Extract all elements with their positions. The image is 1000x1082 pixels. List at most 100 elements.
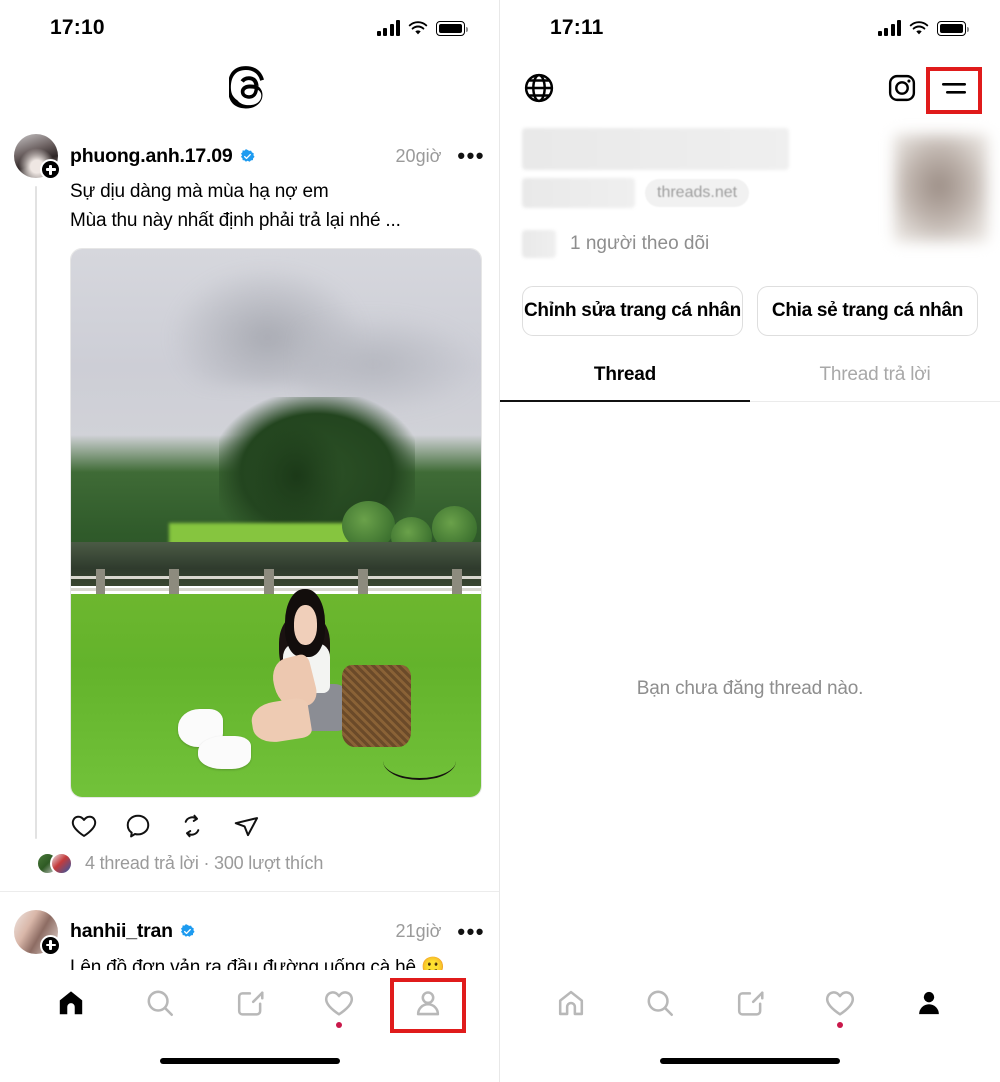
- compose-icon: [234, 987, 266, 1024]
- handle-redacted: [522, 178, 635, 208]
- post-author: hanhii_tran: [58, 920, 396, 943]
- post-header: phuong.anh.17.09 20giờ •••: [14, 124, 485, 180]
- follow-plus-icon[interactable]: [40, 934, 61, 956]
- tab-home[interactable]: [526, 970, 616, 1040]
- status-bar-right: 17:11: [500, 0, 1000, 56]
- post-header: hanhii_tran 21giờ •••: [14, 900, 485, 956]
- display-name-redacted: [522, 128, 789, 170]
- post-meta: 21giờ •••: [395, 920, 485, 943]
- search-icon: [644, 987, 676, 1024]
- tab-home[interactable]: [26, 970, 115, 1040]
- profile-tabs: Thread Thread trả lời: [500, 364, 1000, 402]
- tab-activity[interactable]: [795, 970, 885, 1040]
- tab-search[interactable]: [115, 970, 204, 1040]
- signal-icon: [877, 20, 901, 36]
- signal-icon: [376, 20, 400, 36]
- instagram-icon[interactable]: [886, 72, 918, 109]
- wifi-icon: [408, 21, 428, 36]
- followers-count-label: 1 người theo dõi: [570, 233, 710, 254]
- tab-profile[interactable]: [884, 970, 974, 1040]
- profile-action-buttons: Chỉnh sửa trang cá nhân Chia sẻ trang cá…: [500, 258, 1000, 336]
- bottom-tab-bar-right: [500, 970, 1000, 1082]
- dual-screenshot-container: 17:10 phuong.anh.17.09 20giờ ••• Sự dịu …: [0, 0, 1000, 1082]
- home-icon: [54, 987, 88, 1024]
- activity-badge-dot: [335, 1022, 342, 1028]
- threads-app-header: [0, 56, 499, 124]
- profile-avatar-blurred[interactable]: [894, 134, 988, 242]
- post-more-options-button[interactable]: •••: [457, 920, 485, 943]
- thread-connector-line: [35, 186, 37, 839]
- share-profile-button[interactable]: Chia sẻ trang cá nhân: [757, 286, 978, 336]
- facepile-avatar: [50, 851, 73, 875]
- status-bar-left: 17:10: [0, 0, 499, 56]
- status-indicators: [877, 20, 969, 36]
- image-backpack: [341, 665, 412, 748]
- share-icon[interactable]: [232, 812, 262, 842]
- avatar[interactable]: [14, 134, 61, 180]
- image-person: [249, 588, 350, 770]
- heart-icon: [323, 987, 355, 1024]
- highlight-box-profile-tab: [390, 977, 467, 1033]
- left-screen-feed: 17:10 phuong.anh.17.09 20giờ ••• Sự dịu …: [0, 0, 500, 1082]
- comment-icon[interactable]: [124, 812, 154, 842]
- follow-plus-icon[interactable]: [40, 159, 61, 180]
- post-username[interactable]: hanhii_tran: [70, 920, 173, 943]
- activity-badge-dot: [836, 1022, 843, 1028]
- threads-logo[interactable]: [227, 65, 271, 116]
- tab-threads[interactable]: Thread: [500, 364, 750, 402]
- status-indicators: [376, 20, 468, 36]
- heart-icon: [824, 987, 856, 1024]
- home-icon: [554, 987, 588, 1024]
- like-icon[interactable]: [70, 812, 100, 842]
- post-actions: [14, 798, 485, 842]
- feed-list: phuong.anh.17.09 20giờ ••• Sự dịu dàng m…: [0, 124, 499, 983]
- profile-header-actions: [886, 66, 982, 114]
- person-icon: [412, 987, 444, 1024]
- tab-compose[interactable]: [705, 970, 795, 1040]
- edit-profile-button[interactable]: Chỉnh sửa trang cá nhân: [522, 286, 743, 336]
- post-text-line-1: Sự dịu dàng mà mùa hạ nợ em: [70, 181, 329, 202]
- image-shoe: [198, 736, 252, 770]
- compose-icon: [734, 987, 766, 1024]
- post-text-line-2: Mùa thu này nhất định phải trả lại nhé .…: [70, 209, 401, 231]
- tab-profile[interactable]: [384, 970, 473, 1040]
- tab-replies[interactable]: Thread trả lời: [750, 364, 1000, 402]
- post-footer: 4 thread trả lời · 300 lượt thích: [14, 842, 485, 891]
- post-stats[interactable]: 4 thread trả lời · 300 lượt thích: [85, 853, 323, 874]
- wifi-icon: [909, 21, 929, 36]
- home-indicator: [660, 1058, 840, 1064]
- avatar[interactable]: [14, 909, 61, 956]
- post-item[interactable]: phuong.anh.17.09 20giờ ••• Sự dịu dàng m…: [0, 124, 499, 891]
- profile-info: threads.net 1 người theo dõi: [500, 128, 1000, 258]
- post-body: Sự dịu dàng mà mùa hạ nợ em Mùa thu này …: [14, 178, 485, 798]
- status-clock: 17:10: [50, 16, 105, 39]
- post-author: phuong.anh.17.09: [58, 145, 396, 168]
- bottom-tab-bar-left: [0, 970, 499, 1082]
- image-large-tree-core: [251, 424, 342, 529]
- tab-search[interactable]: [616, 970, 706, 1040]
- status-clock: 17:11: [550, 16, 604, 39]
- post-more-options-button[interactable]: •••: [457, 145, 485, 168]
- facepile: [36, 851, 73, 875]
- post-timestamp: 21giờ: [395, 921, 442, 942]
- post-image[interactable]: [70, 247, 482, 798]
- follower-avatar-redacted: [522, 230, 556, 258]
- battery-icon: [937, 21, 969, 36]
- tab-compose[interactable]: [205, 970, 294, 1040]
- hamburger-menu-icon[interactable]: [937, 75, 971, 106]
- repost-icon[interactable]: [178, 812, 208, 842]
- profile-header: [500, 56, 1000, 124]
- post-timestamp: 20giờ: [395, 145, 442, 166]
- battery-icon: [436, 21, 468, 36]
- post-username[interactable]: phuong.anh.17.09: [70, 145, 233, 168]
- verified-badge-icon: [180, 924, 195, 939]
- person-icon: [913, 987, 945, 1024]
- domain-chip: threads.net: [645, 179, 750, 207]
- search-icon: [144, 987, 176, 1024]
- globe-icon[interactable]: [522, 71, 556, 110]
- tab-activity[interactable]: [294, 970, 383, 1040]
- empty-state-message: Bạn chưa đăng thread nào.: [636, 678, 864, 699]
- verified-badge-icon: [240, 148, 255, 164]
- post-item[interactable]: hanhii_tran 21giờ ••• Lên đồ đơn vản ra …: [0, 892, 499, 983]
- right-screen-profile: 17:11 threads.net 1 người theo dõi Chỉnh…: [500, 0, 1000, 1082]
